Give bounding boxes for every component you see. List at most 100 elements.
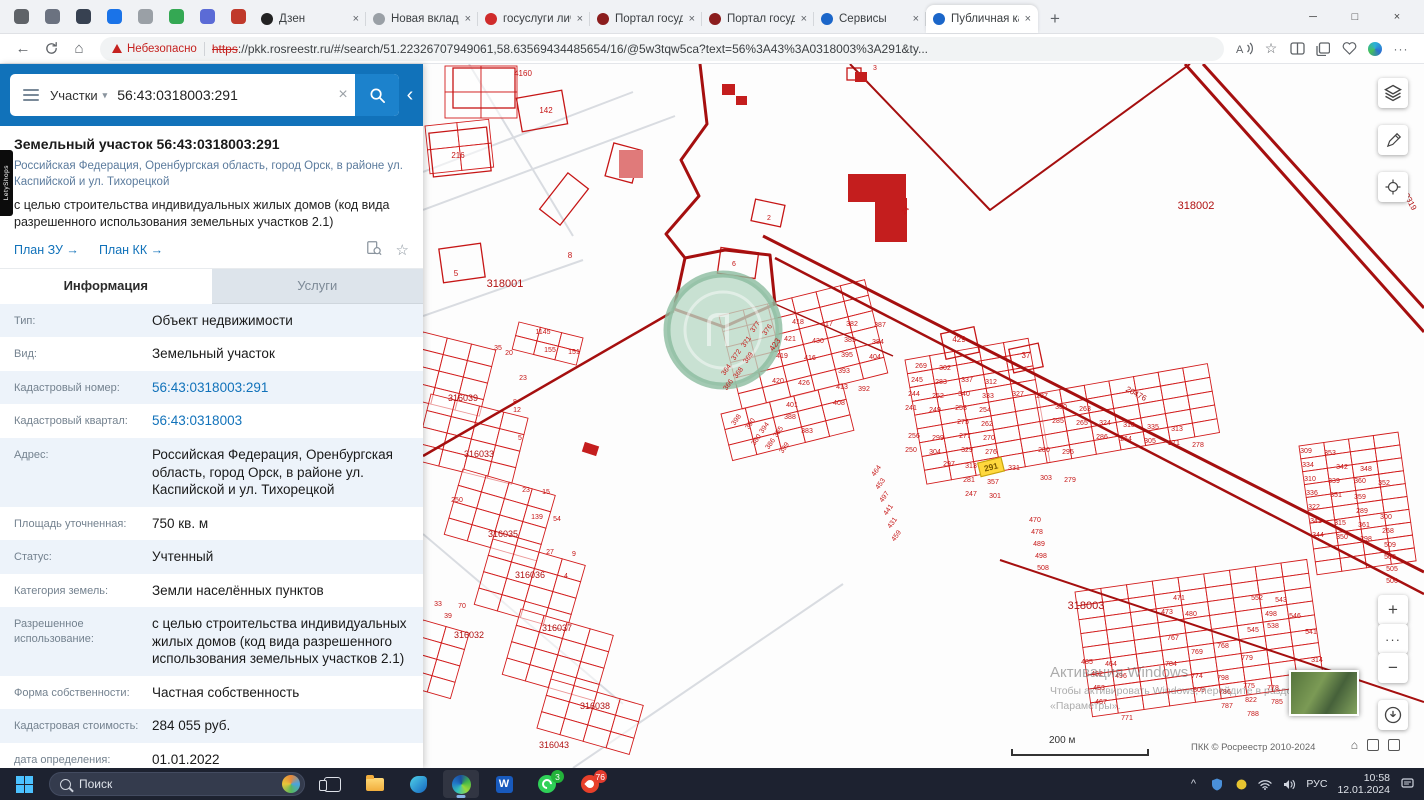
parcel-number-label[interactable]: 543 xyxy=(1275,597,1287,604)
parcel-number-label[interactable]: 467 xyxy=(1095,699,1107,706)
tab-7[interactable]: Публичная ка... × xyxy=(926,5,1038,33)
panel-tab-1[interactable]: Информация xyxy=(0,268,212,304)
parcel-number-label[interactable]: 480 xyxy=(1185,611,1197,618)
parcel-number-label[interactable]: 382 xyxy=(846,321,858,328)
parcel-number-label[interactable]: 287 xyxy=(1036,393,1048,400)
parcel-number-label[interactable]: 538 xyxy=(1267,623,1279,630)
extent-icon[interactable] xyxy=(1367,739,1379,751)
parcel-number-label[interactable]: 417 xyxy=(821,321,833,328)
back-button[interactable]: ← xyxy=(10,36,36,62)
tab-4[interactable]: Портал госуда... × xyxy=(590,5,702,33)
position-button[interactable] xyxy=(1378,172,1408,202)
plan-kk-link[interactable]: План КК → xyxy=(99,243,163,257)
parcel-cluster[interactable] xyxy=(904,337,1051,485)
quarter-number-label[interactable]: 318002 xyxy=(1178,200,1215,212)
pinned-tab-archive-box[interactable] xyxy=(37,1,68,31)
tab-5[interactable]: Портал госуда... × xyxy=(702,5,814,33)
notification-center-icon[interactable] xyxy=(1400,778,1414,790)
cadastral-block[interactable] xyxy=(438,242,486,284)
parcel-number-label[interactable]: 329 xyxy=(961,447,973,454)
parcel-number-label[interactable]: 361 xyxy=(1358,522,1370,529)
quarter-number-label[interactable]: 316043 xyxy=(539,740,569,750)
status-dot-icon[interactable] xyxy=(1234,779,1248,790)
parcel-number-label[interactable]: 767 xyxy=(1167,635,1179,642)
parcel-number-label[interactable]: 404 xyxy=(869,354,881,361)
window-maximize-button[interactable]: □ xyxy=(1334,0,1376,34)
tab-close-icon[interactable]: × xyxy=(465,13,471,25)
parcel-number-label[interactable]: 331 xyxy=(1008,465,1020,472)
parcel-number-label[interactable]: 252 xyxy=(932,393,944,400)
parcel-number-label[interactable]: 497 xyxy=(879,490,891,504)
parcel-number-label[interactable]: 482 xyxy=(1091,671,1103,678)
zoom-out-button[interactable]: − xyxy=(1378,653,1408,683)
home-view-icon[interactable]: ⌂ xyxy=(1351,738,1358,752)
parcel-number-label[interactable]: 496 xyxy=(1115,673,1127,680)
parcel-number-label[interactable]: 262 xyxy=(981,421,993,428)
fullscreen-icon[interactable] xyxy=(1388,739,1400,751)
parcel-number-label[interactable]: 336 xyxy=(1306,490,1318,497)
parcel-number-label[interactable]: 775 xyxy=(1243,683,1255,690)
hidden-icons-chevron[interactable]: ^ xyxy=(1186,778,1200,790)
parcel-number-label[interactable]: 348 xyxy=(1360,466,1372,473)
parcel-number-label[interactable]: 339 xyxy=(1328,478,1340,485)
tab-close-icon[interactable]: × xyxy=(577,13,583,25)
pinned-tab-gem[interactable] xyxy=(192,1,223,31)
tab-1[interactable]: Дзен × xyxy=(254,5,366,33)
parcel-number-label[interactable]: 270 xyxy=(983,435,995,442)
search-button[interactable] xyxy=(355,74,399,116)
parcel-number-label[interactable]: 541 xyxy=(1305,629,1317,636)
parcel-number-label[interactable]: 787 xyxy=(1221,703,1233,710)
search-highlight-image[interactable] xyxy=(282,775,300,793)
parcel-number-label[interactable]: 784 xyxy=(1165,661,1177,668)
cadastral-block[interactable] xyxy=(750,198,786,228)
parcel-number-label[interactable]: 392 xyxy=(858,386,870,393)
parcel-number-label[interactable]: 6 xyxy=(732,261,736,268)
parcel-number-label[interactable]: 322 xyxy=(1308,504,1320,511)
parcel-number-label[interactable]: 27 xyxy=(546,549,554,556)
quarter-number-label[interactable]: 316037 xyxy=(542,623,572,633)
parcel-number-label[interactable]: 264 xyxy=(1120,436,1132,443)
parcel-number-label[interactable]: 286 xyxy=(1096,434,1108,441)
search-category-dropdown[interactable]: Участки ▾ xyxy=(48,88,113,103)
tab-close-icon[interactable]: × xyxy=(1025,13,1031,25)
plan-zu-link[interactable]: План ЗУ → xyxy=(14,243,79,257)
parcel-number-label[interactable]: 774 xyxy=(1191,673,1203,680)
volume-icon[interactable] xyxy=(1282,779,1296,790)
parcel-number-label[interactable]: 508 xyxy=(1384,554,1396,561)
parcel-number-label[interactable]: 277 xyxy=(959,433,971,440)
clock[interactable]: 10:58 12.01.2024 xyxy=(1337,772,1390,796)
parcel-number-label[interactable]: 142 xyxy=(539,106,553,115)
parcel-number-label[interactable]: 275 xyxy=(957,419,969,426)
parcel-number-label[interactable]: 506 xyxy=(1386,578,1398,585)
taskbar-app-file-explorer[interactable] xyxy=(357,770,393,798)
parcel-number-label[interactable]: 250 xyxy=(905,447,917,454)
parcel-number-label[interactable]: 388 xyxy=(784,414,796,421)
quarter-number-label[interactable]: 316032 xyxy=(454,630,484,640)
parcel-number-label[interactable]: 247 xyxy=(965,491,977,498)
parcel-number-label[interactable]: 413 xyxy=(836,384,848,391)
parcel-number-label[interactable]: 546 xyxy=(1289,613,1301,620)
parcel-number-label[interactable]: 408 xyxy=(833,400,845,407)
parcel-number-label[interactable]: 387 xyxy=(874,322,886,329)
parcel-number-label[interactable]: 357 xyxy=(987,479,999,486)
parcel-number-label[interactable]: 35 xyxy=(494,345,502,352)
parcel-number-label[interactable]: 786 xyxy=(1219,689,1231,696)
parcel-number-label[interactable]: 324 xyxy=(1099,420,1111,427)
tab-close-icon[interactable]: × xyxy=(913,13,919,25)
window-close-button[interactable]: × xyxy=(1376,0,1418,34)
browser-essentials-icon[interactable] xyxy=(1336,36,1362,62)
parcel-number-label[interactable]: 809 xyxy=(1193,687,1205,694)
tab-6[interactable]: Сервисы × xyxy=(814,5,926,33)
parcel-number-label[interactable]: 453 xyxy=(875,477,887,491)
map-more-button[interactable]: ··· xyxy=(1378,624,1408,654)
side-extension-ribbon[interactable]: LetyShops xyxy=(0,150,13,216)
taskbar-app-paint-app[interactable] xyxy=(400,770,436,798)
pinned-tab-eco-refresh[interactable] xyxy=(161,1,192,31)
parcel-number-label[interactable]: 464 xyxy=(871,464,883,478)
panel-collapse-button[interactable]: ‹ xyxy=(399,64,421,126)
parcel-number-label[interactable]: 279 xyxy=(1064,477,1076,484)
parcel-number-label[interactable]: 429 xyxy=(952,335,966,344)
quarter-number-label[interactable]: 316033 xyxy=(464,449,494,459)
parcel-number-label[interactable]: 244 xyxy=(908,391,920,398)
parcel-number-label[interactable]: 299 xyxy=(932,435,944,442)
